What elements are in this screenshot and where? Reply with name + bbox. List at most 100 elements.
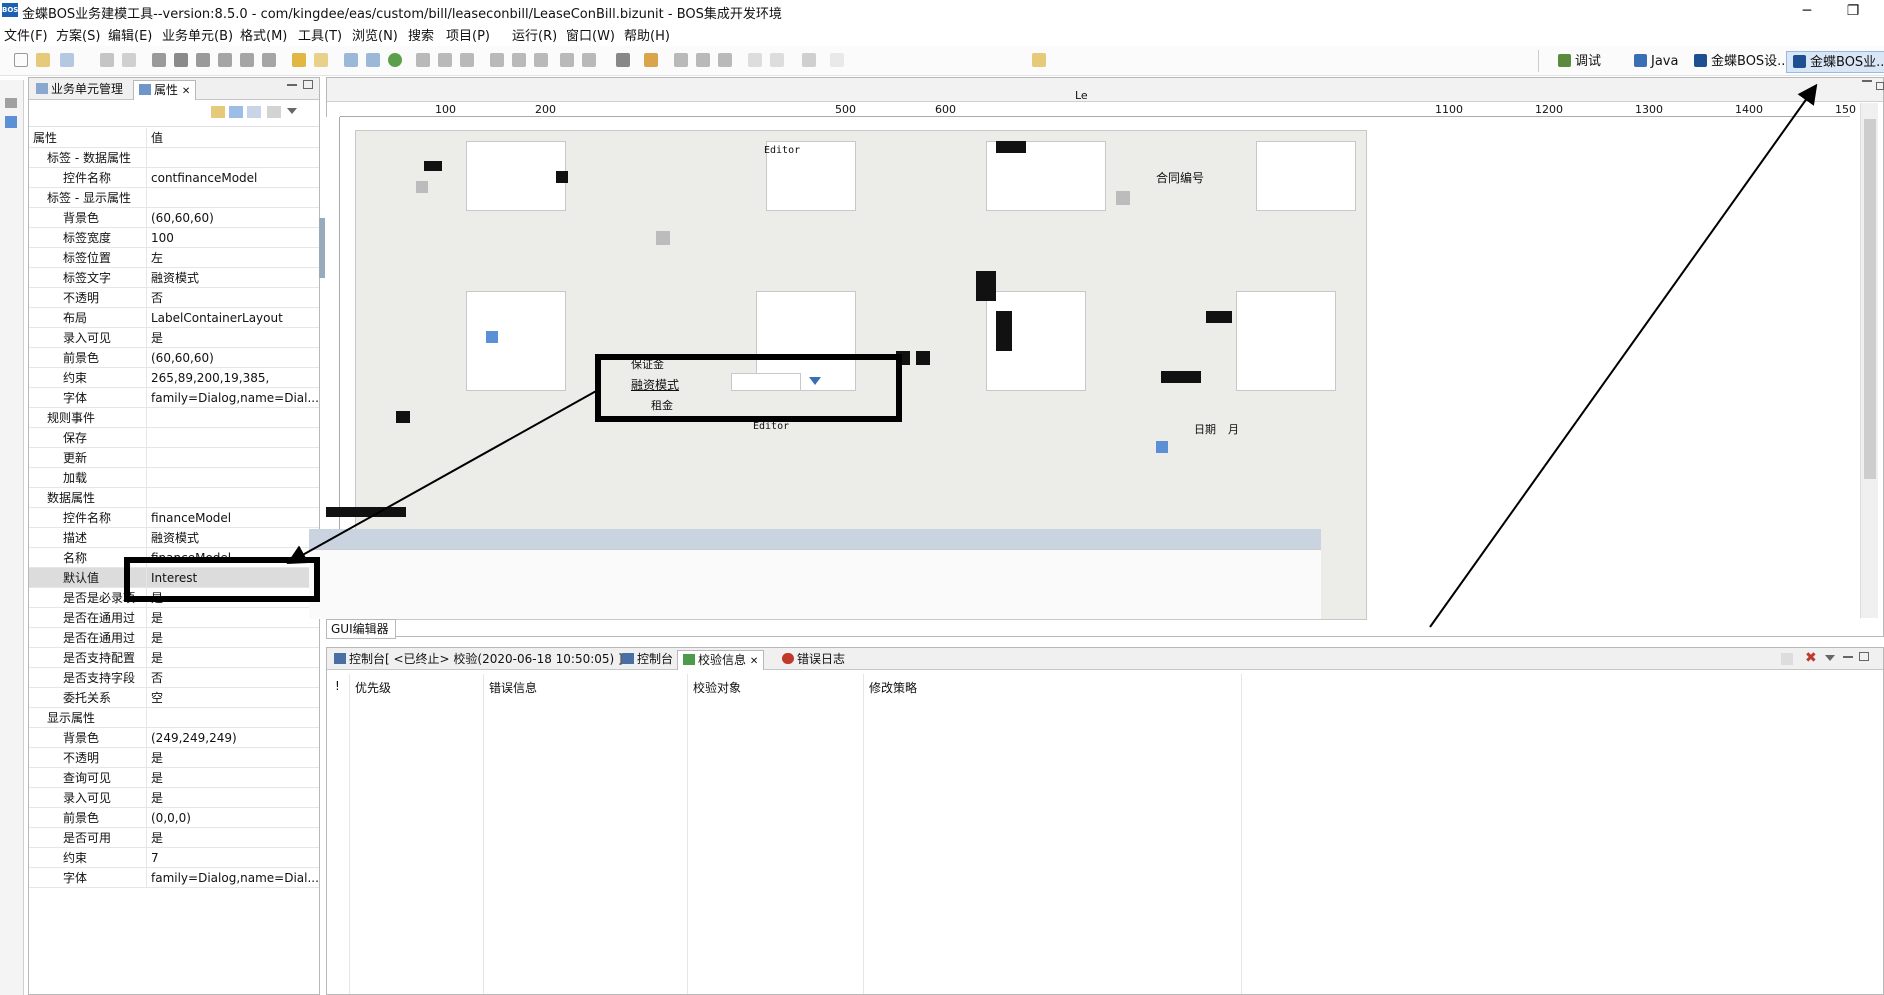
editor-vertical-scrollbar[interactable] [1860,103,1878,618]
new-file-icon[interactable] [14,53,28,67]
perspective-java[interactable]: Java [1628,51,1684,73]
property-row[interactable]: 字体 family=Dialog,name=Dial... [29,388,319,408]
property-value[interactable]: 左 [151,248,319,268]
cut-icon[interactable] [152,53,166,67]
restore-default-icon[interactable] [267,106,281,118]
menu-edit[interactable]: 编辑(E) [108,25,152,44]
property-row[interactable]: 显示属性 [29,708,319,728]
perspective-debug[interactable]: 调试 [1552,51,1607,73]
property-row[interactable]: 描述 融资模式 [29,528,319,548]
property-row[interactable]: 背景色 (249,249,249) [29,728,319,748]
save-all-icon[interactable] [122,53,136,67]
column-header-priority[interactable]: 优先级 [355,679,391,696]
grid-icon[interactable] [674,53,688,67]
property-row[interactable]: 数据属性 [29,488,319,508]
undo-icon[interactable] [292,53,306,67]
sort-icon[interactable] [229,106,243,118]
toolbar-extra3-icon[interactable] [802,53,816,67]
toolbar-extra5-icon[interactable] [1032,53,1046,67]
property-value[interactable]: 是 [151,828,319,848]
property-row[interactable]: 是否在通用过是 [29,608,319,628]
menu-file[interactable]: 文件(F) [4,25,48,44]
property-value[interactable]: 融资模式 [151,268,319,288]
copy-icon[interactable] [174,53,188,67]
property-value[interactable]: (60,60,60) [151,348,319,368]
clear-icon[interactable] [1781,653,1793,665]
paste-icon[interactable] [196,53,210,67]
align-center-icon[interactable] [438,53,452,67]
property-value[interactable]: 是 [151,648,319,668]
menu-format[interactable]: 格式(M) [240,25,287,44]
property-row[interactable]: 加载 [29,468,319,488]
property-row[interactable]: 默认值 Interest [29,568,319,588]
open-folder-icon[interactable] [36,53,50,67]
property-value[interactable]: family=Dialog,name=Dial... [151,388,319,408]
property-value[interactable] [151,428,319,448]
property-value[interactable]: 100 [151,228,319,248]
view-menu-chevron-down-icon[interactable] [287,108,297,114]
property-row[interactable]: 名称 financeModel [29,548,319,568]
snap-icon[interactable] [696,53,710,67]
menu-window[interactable]: 窗口(W) [566,25,615,44]
layout-icon[interactable] [616,53,630,67]
close-icon[interactable]: ✕ [182,86,190,97]
editor-minimize-icon[interactable] [1862,80,1872,82]
property-value[interactable]: 是 [151,748,319,768]
property-value[interactable]: (0,0,0) [151,808,319,828]
zoom-out-icon[interactable] [366,53,380,67]
maximize-view-icon[interactable] [303,80,313,89]
property-value[interactable] [151,488,319,508]
minimize-view-icon[interactable] [287,84,297,86]
property-row[interactable]: 不透明是 [29,748,319,768]
entry-table[interactable] [309,549,1321,619]
minimize-view-icon[interactable] [1843,656,1853,658]
form-field-box[interactable] [466,291,566,391]
column-header-flag[interactable]: ! [335,679,340,693]
property-row[interactable]: 前景色 (60,60,60) [29,348,319,368]
property-row[interactable]: 布局 LabelContainerLayout [29,308,319,328]
menu-browse[interactable]: 浏览(N) [352,25,398,44]
property-value[interactable]: family=Dialog,name=Dial... [151,868,319,888]
property-row[interactable]: 不透明否 [29,288,319,308]
column-header-error-info[interactable]: 错误信息 [489,679,537,696]
perspective-bos-design[interactable]: 金蝶BOS设... [1688,51,1796,73]
property-value[interactable]: contfinanceModel [151,168,319,188]
new-wizard-icon[interactable] [60,53,74,67]
property-value[interactable]: 融资模式 [151,528,319,548]
category-view-icon[interactable] [211,106,225,118]
form-field-box[interactable] [1236,291,1336,391]
property-value[interactable]: 否 [151,668,319,688]
close-icon[interactable]: ✕ [750,656,758,667]
toolbar-extra-icon[interactable] [748,53,762,67]
property-row[interactable]: 查询可见是 [29,768,319,788]
property-row[interactable]: 标签宽度 100 [29,228,319,248]
align-middle-icon[interactable] [512,53,526,67]
property-row[interactable]: 背景色 (60,60,60) [29,208,319,228]
align-top-icon[interactable] [490,53,504,67]
property-row[interactable]: 是否是必录项是 [29,588,319,608]
property-value[interactable]: 是 [151,328,319,348]
editor-maximize-icon[interactable] [1876,82,1884,90]
property-value[interactable]: Interest [151,568,319,588]
property-value[interactable] [151,408,319,428]
finance-model-dropdown-icon[interactable] [809,377,821,385]
property-value[interactable]: (60,60,60) [151,208,319,228]
property-row[interactable]: 控件名称 contfinanceModel [29,168,319,188]
form-field-box[interactable] [1256,141,1356,211]
column-header-validation-target[interactable]: 校验对象 [693,679,741,696]
run-icon[interactable] [388,53,402,67]
align-right-icon[interactable] [460,53,474,67]
menu-scheme[interactable]: 方案(S) [56,25,100,44]
property-row[interactable]: 控件名称 financeModel [29,508,319,528]
property-value[interactable]: 空 [151,688,319,708]
minimize-button[interactable]: ─ [1784,0,1830,22]
property-row[interactable]: 委托关系空 [29,688,319,708]
show-advanced-icon[interactable] [247,106,261,118]
outline-view-icon[interactable] [5,116,17,128]
property-value[interactable] [151,448,319,468]
menu-search[interactable]: 搜索 [408,25,434,44]
property-row[interactable]: 是否可用是 [29,828,319,848]
align-bottom-icon[interactable] [534,53,548,67]
property-row[interactable]: 标签位置左 [29,248,319,268]
property-row[interactable]: 是否支持字段否 [29,668,319,688]
